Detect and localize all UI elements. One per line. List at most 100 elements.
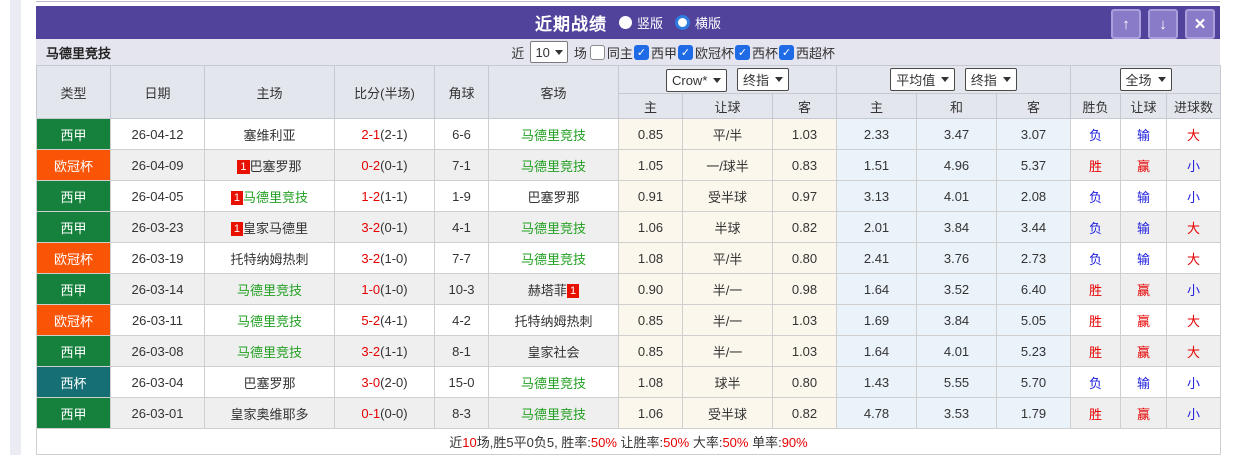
match-row: 西杯 26-03-04 巴塞罗那 3-0(2-0) 15-0 马德里竞技 1.08 球半 0.8… [36, 366, 1222, 398]
radio-unselected-icon[interactable] [675, 15, 690, 30]
crow-handicap: 球半 [682, 366, 773, 398]
avg-home-odds: 3.13 [836, 180, 918, 212]
filter-controls: 近 10 场 同主 ✓ 西甲 ✓ 欧冠杯 ✓ 西杯 ✓ 西超杯 [511, 41, 835, 63]
checkbox-checked-icon[interactable]: ✓ [778, 44, 794, 60]
crow-away-odds: 0.83 [771, 149, 838, 181]
crow-handicap: 半/一 [682, 273, 773, 305]
result-goals: 小 [1166, 397, 1222, 429]
team-label: 巴塞罗那 [243, 375, 296, 391]
crow-away-odds: 0.80 [771, 366, 838, 398]
subcolumn-header: 客 [996, 93, 1072, 119]
move-down-button[interactable]: ↓ [1148, 9, 1178, 39]
layout-radio-horizontal[interactable]: 横版 [675, 13, 721, 32]
team-label: 赫塔菲 [527, 282, 567, 298]
result-goals: 大 [1166, 242, 1222, 274]
close-button[interactable]: × [1185, 9, 1215, 39]
match-type-badge: 欧冠杯 [36, 242, 111, 274]
result-winlose: 胜 [1070, 149, 1122, 181]
avg-draw-odds: 3.52 [916, 273, 998, 305]
team-label: 马德里竞技 [243, 189, 309, 205]
results-tbody: 西甲 26-04-12 塞维利亚 2-1(2-1) 6-6 马德里竞技 0.85 平/半 1.0… [36, 118, 1222, 429]
move-up-button[interactable]: ↑ [1111, 9, 1141, 39]
filter-checkbox[interactable]: ✓ 西甲 [633, 43, 677, 62]
close-icon: × [1194, 13, 1206, 35]
half-score: (1-1) [380, 188, 408, 204]
checkbox-checked-icon[interactable]: ✓ [633, 44, 649, 60]
results-table: 类型 日期 主场 比分(半场) 角球 客场 Crow* 终指 平均值 终指 全场… [35, 65, 1222, 455]
result-handicap: 输 [1120, 118, 1168, 150]
away-team: 托特纳姆热刺 [488, 304, 619, 336]
odds-stage-select[interactable]: 终指 [737, 67, 790, 91]
match-type-badge: 欧冠杯 [36, 304, 111, 336]
checkbox-checked-icon[interactable]: ✓ [677, 44, 693, 60]
avg-away-odds: 3.44 [996, 211, 1072, 243]
team-label: 马德里竞技 [520, 158, 586, 174]
score-cell: 3-2(1-0) [334, 242, 435, 274]
filter-checkbox[interactable]: ✓ 西超杯 [778, 43, 835, 62]
result-winlose: 负 [1070, 366, 1122, 398]
checkbox-unchecked-icon[interactable] [589, 44, 605, 60]
full-score: 3-2 [361, 343, 381, 359]
team-label: 马德里竞技 [520, 251, 586, 267]
result-winlose: 负 [1070, 118, 1122, 150]
team-label: 托特纳姆热刺 [514, 313, 593, 329]
result-handicap: 输 [1120, 211, 1168, 243]
result-group-header: 全场 [1070, 65, 1222, 94]
bookmaker-select[interactable]: Crow* [665, 68, 728, 92]
chevron-down-icon [554, 49, 563, 55]
team-label: 皇家社会 [527, 344, 580, 360]
title-group: 近期战绩 竖版 横版 [535, 10, 721, 35]
avg-away-odds: 6.40 [996, 273, 1072, 305]
period-select[interactable]: 全场 [1119, 68, 1172, 91]
avg-stage-select[interactable]: 终指 [964, 68, 1017, 91]
checkbox-label: 西超杯 [795, 45, 835, 61]
crow-home-odds: 0.85 [618, 304, 683, 336]
layout-radio-vertical[interactable]: 竖版 [618, 13, 663, 32]
checkbox-checked-icon[interactable]: ✓ [734, 44, 750, 60]
match-type-badge: 欧冠杯 [36, 149, 111, 181]
avg-away-odds: 1.79 [996, 397, 1072, 429]
summary-stat-label: 场,胜5平0负5, 胜率: [476, 435, 591, 450]
avg-draw-odds: 4.01 [916, 180, 998, 212]
team-label: 马德里竞技 [520, 406, 586, 422]
filter-checkbox[interactable]: 同主 [589, 43, 633, 62]
crow-home-odds: 1.08 [618, 242, 683, 274]
titlebar-buttons: ↑ ↓ × [1111, 9, 1215, 39]
match-count-select[interactable]: 10 [530, 41, 568, 63]
corner-count: 7-7 [434, 242, 489, 274]
half-score: (1-0) [380, 250, 408, 266]
crow-away-odds: 1.03 [771, 304, 838, 336]
crow-away-odds: 1.03 [771, 335, 838, 367]
match-date: 26-04-12 [110, 118, 205, 150]
filter-checkbox[interactable]: ✓ 欧冠杯 [677, 43, 734, 62]
result-handicap: 赢 [1120, 273, 1168, 305]
full-score: 0-1 [361, 405, 381, 421]
crow-home-odds: 0.91 [618, 180, 683, 212]
corner-count: 7-1 [434, 149, 489, 181]
match-type-badge: 西甲 [36, 335, 111, 367]
summary-stat-label: 单率: [748, 435, 782, 450]
full-score: 1-0 [361, 281, 381, 297]
match-date: 26-03-23 [110, 211, 205, 243]
home-team: 1 马德里竞技 [204, 180, 335, 212]
avg-source-select[interactable]: 平均值 [890, 68, 956, 91]
crow-handicap: 受半球 [682, 180, 773, 212]
rank-mark: 1 [237, 159, 250, 174]
away-team: 赫塔菲 1 [488, 273, 619, 305]
column-header-away: 客场 [488, 65, 619, 119]
corner-count: 1-9 [434, 180, 489, 212]
avg-draw-odds: 4.01 [916, 335, 998, 367]
match-type-badge: 西甲 [36, 211, 111, 243]
avg-odds-group-header: 平均值 终指 [836, 65, 1072, 94]
result-goals: 大 [1166, 304, 1222, 336]
result-winlose: 胜 [1070, 304, 1122, 336]
home-team: 1 皇家马德里 [204, 211, 335, 243]
away-team: 马德里竞技 [488, 149, 619, 181]
filter-checkbox[interactable]: ✓ 西杯 [734, 43, 778, 62]
crow-home-odds: 1.06 [618, 397, 683, 429]
result-handicap: 赢 [1120, 149, 1168, 181]
team-label: 马德里竞技 [520, 220, 586, 236]
radio-selected-icon[interactable] [618, 16, 632, 29]
subcolumn-header: 客 [771, 93, 838, 119]
half-score: (1-0) [380, 281, 408, 297]
